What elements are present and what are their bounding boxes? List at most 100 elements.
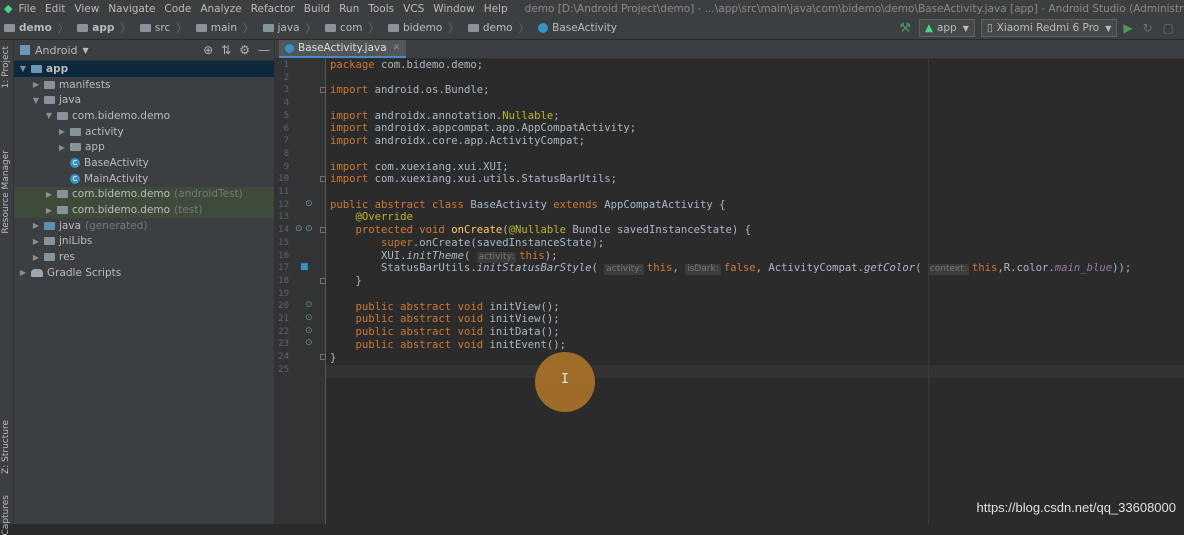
tree-item[interactable]: C BaseActivity xyxy=(14,155,274,171)
menu-analyze[interactable]: Analyze xyxy=(200,3,241,15)
breadcrumb-baseactivity[interactable]: BaseActivity xyxy=(538,22,617,34)
chevron-right-icon: 〉 xyxy=(448,22,459,35)
implemented-icon[interactable]: ⊙ xyxy=(305,224,313,234)
rerun-icon[interactable]: ↻ xyxy=(1143,21,1153,35)
tree-item[interactable]: ▶ com.bidemo.demo (androidTest) xyxy=(14,186,274,203)
menu-navigate[interactable]: Navigate xyxy=(108,3,155,15)
tree-item-label: jniLibs xyxy=(59,235,93,248)
chevron-right-icon[interactable]: ▶ xyxy=(18,268,28,277)
chevron-right-icon[interactable]: ▶ xyxy=(57,143,67,152)
run-config-select[interactable]: ▲ app ▼ xyxy=(918,19,975,37)
tab-project[interactable]: 1: Project xyxy=(1,46,11,88)
tree-item[interactable]: ▶ app xyxy=(14,139,274,155)
breadcrumb-bidemo[interactable]: bidemo 〉 xyxy=(387,21,464,36)
menu-window[interactable]: Window xyxy=(433,3,474,15)
tree-item[interactable]: ▼ app xyxy=(14,61,274,77)
breadcrumb-com[interactable]: com 〉 xyxy=(325,21,384,36)
menu-tools[interactable]: Tools xyxy=(368,3,394,15)
gradle-icon xyxy=(31,268,43,277)
menu-view[interactable]: View xyxy=(74,3,99,15)
menu-file[interactable]: File xyxy=(18,3,36,15)
chevron-right-icon[interactable]: ▶ xyxy=(31,221,41,230)
tree-item[interactable]: ▶ Gradle Scripts xyxy=(14,265,274,281)
code-line: protected void onCreate(@Nullable Bundle… xyxy=(355,224,751,236)
chevron-right-icon[interactable]: ▶ xyxy=(44,206,54,215)
tree-item-label: app xyxy=(85,141,105,154)
crosshair-icon[interactable]: ⊕ xyxy=(203,43,213,57)
chevron-right-icon: 〉 xyxy=(243,22,254,35)
breadcrumb-src[interactable]: src 〉 xyxy=(139,21,192,36)
module-folder-icon xyxy=(31,64,42,73)
breadcrumb-java[interactable]: java 〉 xyxy=(262,21,322,36)
tree-item[interactable]: ▶ jniLibs xyxy=(14,234,274,250)
menu-help[interactable]: Help xyxy=(484,3,508,15)
chevron-down-icon[interactable]: ▼ xyxy=(31,96,41,105)
chevron-down-icon[interactable]: ▼ xyxy=(44,111,54,120)
code-line: package com.bidemo.demo; xyxy=(330,59,484,71)
code-line: public abstract void initEvent(); xyxy=(355,339,566,351)
chevron-down-icon[interactable]: ▼ xyxy=(18,64,28,73)
code-editor[interactable]: package com.bidemo.demo; import android.… xyxy=(326,59,1184,524)
folder-icon xyxy=(262,24,274,32)
tab-structure[interactable]: Z: Structure xyxy=(1,420,11,474)
breadcrumb-main[interactable]: main 〉 xyxy=(195,21,259,36)
menu-code[interactable]: Code xyxy=(164,3,191,15)
menu-vcs[interactable]: VCS xyxy=(403,3,424,15)
tree-item[interactable]: ▶ com.bidemo.demo (test) xyxy=(14,202,274,218)
line-number: 6 xyxy=(283,123,289,134)
tree-item[interactable]: C MainActivity xyxy=(14,171,274,187)
device-select[interactable]: ▯ Xiaomi Redmi 6 Pro ▼ xyxy=(980,19,1118,37)
folder-icon xyxy=(44,253,55,262)
breadcrumb-demo[interactable]: demo 〉 xyxy=(4,21,73,36)
project-view-select[interactable]: Android xyxy=(35,44,78,57)
tree-item-label: activity xyxy=(85,125,124,138)
breadcrumb-demo-package[interactable]: demo 〉 xyxy=(467,21,534,36)
implementing-icon[interactable]: ⊙ xyxy=(305,313,313,323)
make-project-hammer-icon[interactable]: ⚒ xyxy=(899,21,911,36)
implementing-icon[interactable]: ⊙ xyxy=(305,300,313,310)
tab-resource-manager[interactable]: Resource Manager xyxy=(1,150,11,234)
implemented-icon[interactable]: ⊙ xyxy=(305,199,313,209)
tree-item[interactable]: ▶ res xyxy=(14,249,274,265)
stop-icon[interactable]: ▢ xyxy=(1163,21,1174,35)
menu-edit[interactable]: Edit xyxy=(45,3,65,15)
tab-captures[interactable]: Captures xyxy=(1,495,11,535)
menu-run[interactable]: Run xyxy=(339,3,359,15)
line-number: 17 xyxy=(278,263,289,274)
implementing-icon[interactable]: ⊙ xyxy=(305,326,313,336)
close-icon[interactable]: ✕ xyxy=(393,43,401,53)
chevron-right-icon[interactable]: ▶ xyxy=(57,127,67,136)
dropdown-arrow-icon[interactable]: ▼ xyxy=(83,46,89,55)
tree-item[interactable]: ▼ java xyxy=(14,92,274,108)
override-icon[interactable]: ⊙ xyxy=(295,224,303,234)
chevron-right-icon[interactable]: ▶ xyxy=(31,237,41,246)
tree-item[interactable]: ▼ com.bidemo.demo xyxy=(14,108,274,124)
dropdown-arrow-icon: ▼ xyxy=(962,23,969,33)
code-line: import androidx.core.app.ActivityCompat; xyxy=(330,135,586,147)
class-icon: C xyxy=(70,157,80,168)
tab-baseactivity-java[interactable]: BaseActivity.java ✕ xyxy=(279,40,407,58)
menu-build[interactable]: Build xyxy=(304,3,330,15)
navigation-bar: demo 〉 app 〉 src 〉 main 〉 java 〉 com 〉 bidemo 〉… xyxy=(0,17,1184,40)
implementing-icon[interactable]: ⊙ xyxy=(305,338,313,348)
tree-item[interactable]: ▶ java (generated) xyxy=(14,218,274,234)
chevron-right-icon[interactable]: ▶ xyxy=(31,80,41,89)
code-line: super.onCreate(savedInstanceState); xyxy=(381,237,605,249)
right-margin-guide xyxy=(928,59,929,524)
line-number: 3 xyxy=(283,85,289,96)
breadcrumb-app[interactable]: app 〉 xyxy=(77,21,136,36)
gear-icon[interactable]: ⚙ xyxy=(239,43,250,57)
hide-icon[interactable]: — xyxy=(258,43,270,57)
collapse-all-icon[interactable]: ⇅ xyxy=(221,43,231,57)
tree-item-label: app xyxy=(46,62,69,75)
tree-item[interactable]: ▶ activity xyxy=(14,124,274,140)
chevron-right-icon[interactable]: ▶ xyxy=(44,190,54,199)
menu-bar: ◆ File Edit View Navigate Code Analyze R… xyxy=(0,0,1184,17)
menu-refactor[interactable]: Refactor xyxy=(251,3,295,15)
color-preview-icon[interactable]: ■ xyxy=(300,262,309,272)
chevron-right-icon[interactable]: ▶ xyxy=(31,253,41,262)
android-view-icon xyxy=(20,45,30,55)
run-button-icon[interactable]: ▶ xyxy=(1123,21,1132,35)
tree-item[interactable]: ▶ manifests xyxy=(14,77,274,93)
source-folder-icon xyxy=(44,221,55,230)
